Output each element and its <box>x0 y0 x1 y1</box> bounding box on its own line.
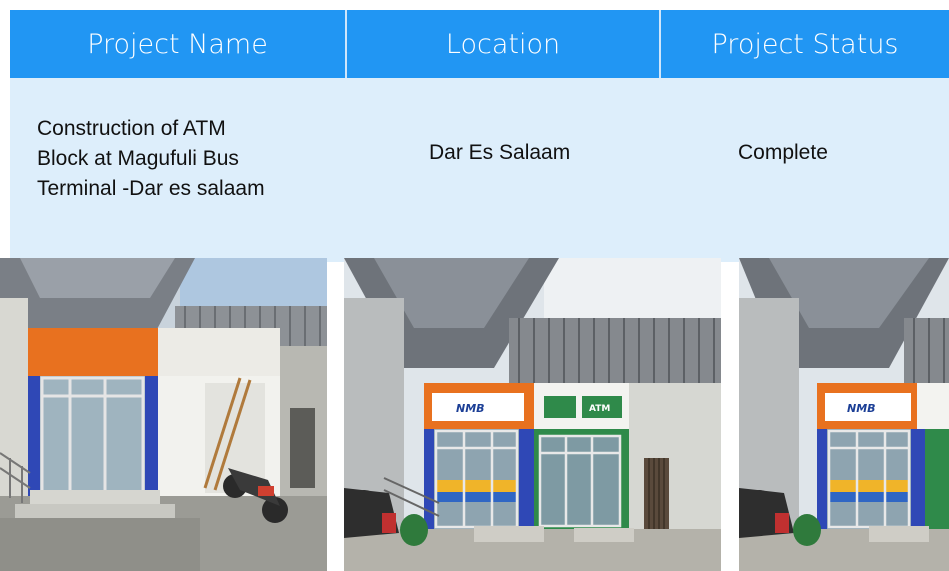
project-photo-2: NMB ATM <box>344 258 721 571</box>
project-name-line: Terminal -Dar es salaam <box>37 177 265 200</box>
atm-sign-text: ATM <box>589 404 610 414</box>
completed-atm-photo: NMB ATM <box>344 258 721 571</box>
cell-project-name: Construction of ATM Block at Magufuli Bu… <box>37 114 337 204</box>
construction-photo <box>0 258 327 571</box>
project-photo-3: NMB <box>739 258 949 571</box>
completed-atm-photo-cropped: NMB <box>739 258 949 571</box>
table-row: Construction of ATM Block at Magufuli Bu… <box>10 78 949 262</box>
header-project-name: Project Name <box>87 28 268 60</box>
table-header: Project Name Location Project Status <box>10 10 949 78</box>
cell-location: Dar Es Salaam <box>429 141 571 164</box>
project-name-line: Block at Magufuli Bus <box>37 147 239 170</box>
project-photo-1 <box>0 258 327 571</box>
nmb-sign-text: NMB <box>456 402 485 415</box>
projects-table: Project Name Location Project Status Con… <box>10 10 949 262</box>
nmb-sign-text: NMB <box>847 402 876 415</box>
header-location: Location <box>345 10 659 78</box>
project-name-line: Construction of ATM <box>37 117 226 140</box>
header-project-status: Project Status <box>659 10 949 78</box>
cell-project-status: Complete <box>738 141 828 164</box>
